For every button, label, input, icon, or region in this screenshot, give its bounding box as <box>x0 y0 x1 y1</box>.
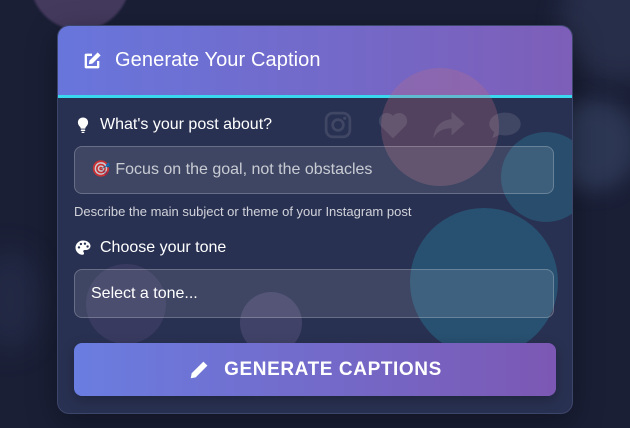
card-header: Generate Your Caption <box>58 26 572 98</box>
tone-label: Choose your tone <box>100 239 227 256</box>
topic-help-text: Describe the main subject or theme of yo… <box>74 204 412 219</box>
caption-generator-card: Generate Your Caption What's your post a… <box>57 25 573 414</box>
topic-input[interactable] <box>75 147 553 193</box>
tone-select[interactable]: Select a tone... <box>74 269 554 318</box>
instagram-icon <box>324 111 352 139</box>
card-title: Generate Your Caption <box>115 49 321 71</box>
pencil-icon <box>190 361 208 378</box>
generate-captions-button[interactable]: GENERATE CAPTIONS <box>74 343 556 396</box>
topic-label: What's your post about? <box>100 116 273 133</box>
share-icon <box>433 111 465 139</box>
background-bubble <box>0 250 40 350</box>
tone-label-row: Choose your tone <box>74 239 226 257</box>
edit-icon <box>84 52 101 69</box>
topic-field[interactable] <box>74 146 554 194</box>
palette-icon <box>75 240 91 255</box>
lightbulb-icon <box>77 117 89 133</box>
topic-label-row: What's your post about? <box>74 116 272 134</box>
heart-icon <box>378 113 408 139</box>
generate-button-label: GENERATE CAPTIONS <box>224 358 442 380</box>
comment-icon <box>489 112 521 139</box>
tone-select-value: Select a tone... <box>91 284 198 302</box>
